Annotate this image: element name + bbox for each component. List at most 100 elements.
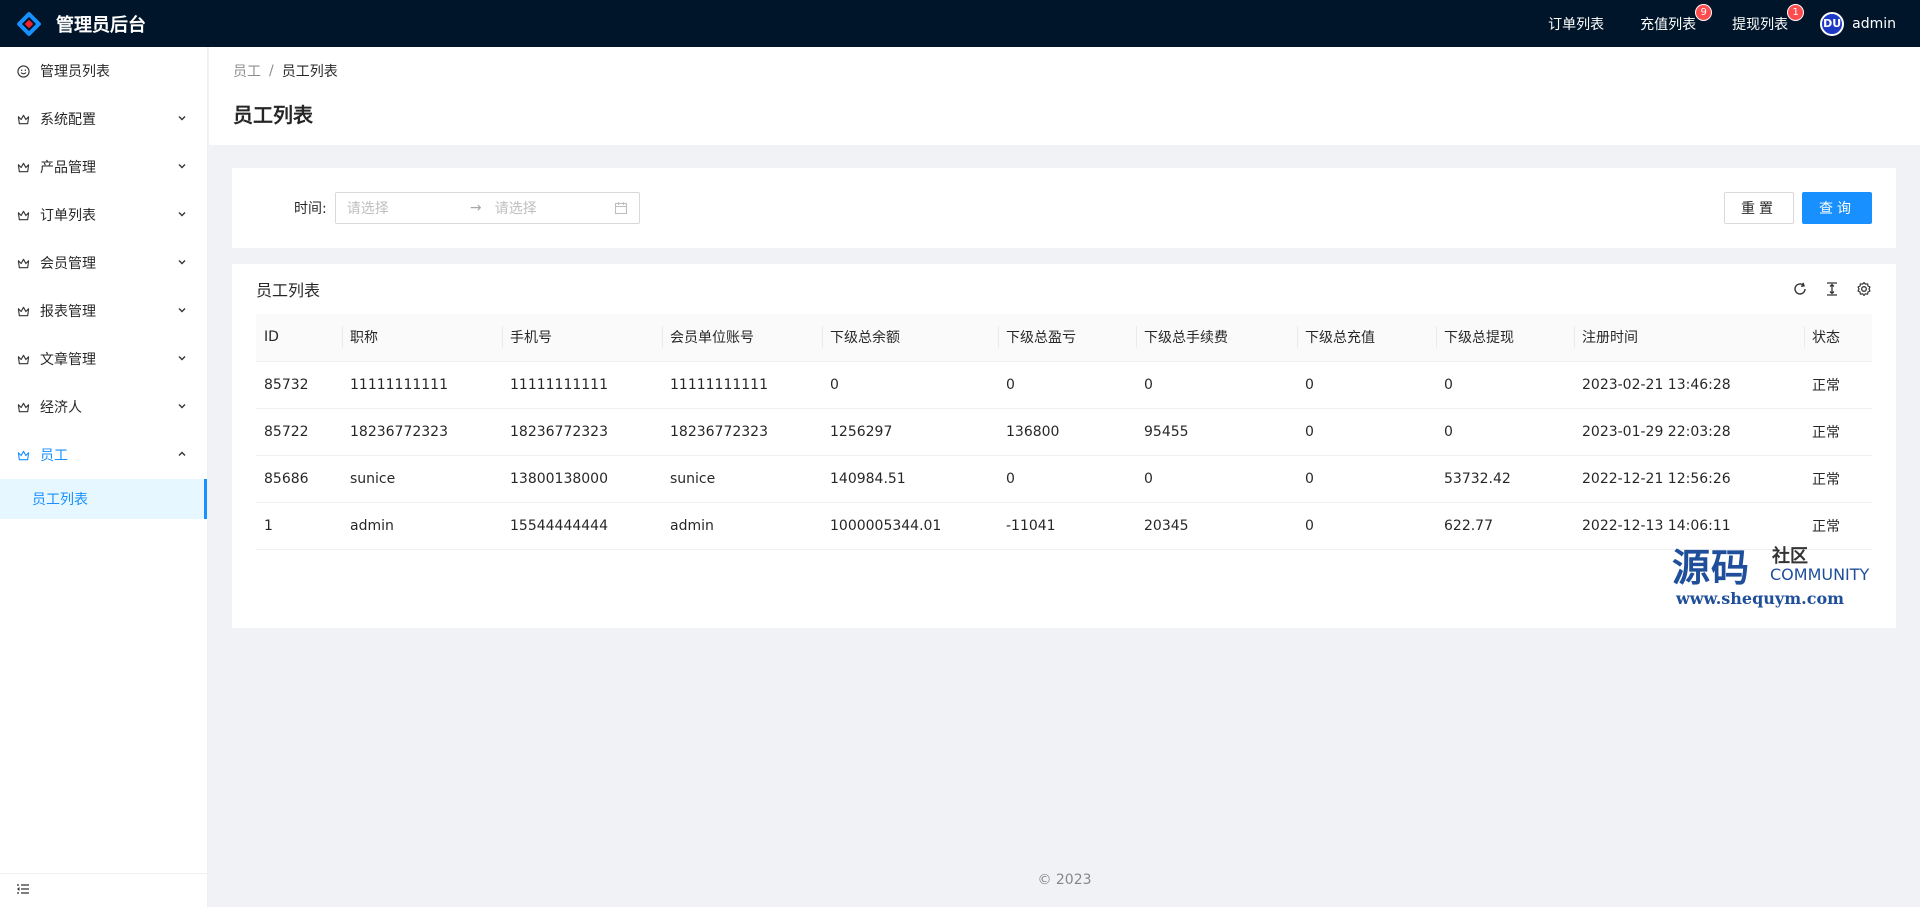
search-actions: 重置 查询 bbox=[1724, 192, 1872, 224]
table-cell: 11111111111 bbox=[662, 361, 822, 409]
table-cell: 0 bbox=[1297, 502, 1436, 550]
crown-icon bbox=[16, 256, 30, 270]
table-cell: 0 bbox=[1297, 455, 1436, 503]
table-cell: 53732.42 bbox=[1436, 455, 1574, 503]
table-cell: 0 bbox=[1436, 408, 1574, 456]
header-nav-recharge[interactable]: 充值列表 9 bbox=[1640, 4, 1712, 34]
column-header: 下级总充值 bbox=[1297, 314, 1436, 362]
sidebar-item-admin-list[interactable]: 管理员列表 bbox=[0, 47, 207, 95]
table-cell: 15544444444 bbox=[502, 502, 662, 550]
column-header: 手机号 bbox=[502, 314, 662, 362]
table-header-row: ID 职称 手机号 会员单位账号 下级总余额 下级总盈亏 下级总手续费 下级总充… bbox=[256, 314, 1872, 362]
header-nav-label: 充值列表 bbox=[1640, 16, 1697, 33]
table-row: 85686 sunice 13800138000 sunice 140984.5… bbox=[256, 455, 1872, 503]
table-cell: 95455 bbox=[1136, 408, 1297, 456]
crown-icon bbox=[16, 160, 30, 174]
sidebar-item-label: 经济人 bbox=[40, 400, 82, 416]
start-date-input[interactable]: 请选择 bbox=[347, 198, 457, 218]
crown-icon bbox=[16, 448, 30, 462]
column-header: 职称 bbox=[342, 314, 502, 362]
column-header: 下级总盈亏 bbox=[998, 314, 1136, 362]
avatar: DU bbox=[1820, 11, 1845, 36]
chevron-down-icon bbox=[177, 209, 187, 222]
sidebar-item-label: 会员管理 bbox=[40, 256, 96, 272]
table-cell: 0 bbox=[1436, 361, 1574, 409]
sidebar-item-products[interactable]: 产品管理 bbox=[0, 143, 207, 191]
sidebar-item-label: 员工 bbox=[40, 448, 68, 464]
withdraw-count-badge: 1 bbox=[1788, 4, 1804, 20]
sidebar: 管理员列表 系统配置 产品管理 订单列表 会员管理 报表管理 文章管理 经济人 … bbox=[0, 47, 208, 907]
chevron-down-icon bbox=[177, 113, 187, 126]
chevron-down-icon bbox=[177, 305, 187, 318]
sidebar-item-staff[interactable]: 员工 bbox=[0, 431, 207, 479]
crown-icon bbox=[16, 352, 30, 366]
watermark-url: www.shequym.com bbox=[1676, 589, 1845, 608]
table-cell: 2023-02-21 13:46:28 bbox=[1574, 361, 1804, 409]
sidebar-item-label: 订单列表 bbox=[40, 208, 96, 224]
table-cell: 正常 bbox=[1804, 361, 1872, 409]
header-nav-withdraw[interactable]: 提现列表 1 bbox=[1732, 4, 1804, 34]
table-cell: 85686 bbox=[256, 455, 342, 503]
table-cell: 622.77 bbox=[1436, 502, 1574, 550]
menu-fold-icon bbox=[16, 882, 30, 900]
table-cell: 85722 bbox=[256, 408, 342, 456]
sidebar-item-label: 文章管理 bbox=[40, 352, 96, 368]
end-date-input[interactable]: 请选择 bbox=[495, 198, 605, 218]
header-nav-orders[interactable]: 订单列表 bbox=[1548, 14, 1604, 34]
table-cell: 1256297 bbox=[822, 408, 998, 456]
column-header: 下级总余额 bbox=[822, 314, 998, 362]
sidebar-item-reports[interactable]: 报表管理 bbox=[0, 287, 207, 335]
breadcrumb-parent[interactable]: 员工 bbox=[233, 61, 261, 81]
sidebar-item-members[interactable]: 会员管理 bbox=[0, 239, 207, 287]
sidebar-subitem-staff-list[interactable]: 员工列表 bbox=[0, 479, 207, 519]
time-field-label: 时间: bbox=[294, 201, 327, 217]
user-menu[interactable]: DU admin bbox=[1820, 11, 1896, 36]
table-cell: 18236772323 bbox=[342, 408, 502, 456]
table-cell: 0 bbox=[822, 361, 998, 409]
header-nav-label: 订单列表 bbox=[1548, 16, 1605, 33]
reset-button[interactable]: 重置 bbox=[1724, 192, 1794, 224]
table-cell: 20345 bbox=[1136, 502, 1297, 550]
chevron-down-icon bbox=[177, 353, 187, 366]
logo-icon bbox=[16, 10, 42, 37]
column-header: 状态 bbox=[1804, 314, 1872, 362]
table-cell: 0 bbox=[998, 455, 1136, 503]
column-header: 会员单位账号 bbox=[662, 314, 822, 362]
column-height-icon[interactable] bbox=[1824, 281, 1840, 297]
table-row: 85732 11111111111 11111111111 1111111111… bbox=[256, 361, 1872, 409]
sidebar-item-system-config[interactable]: 系统配置 bbox=[0, 95, 207, 143]
sidebar-collapse-button[interactable] bbox=[0, 873, 208, 907]
calendar-icon bbox=[614, 201, 628, 215]
sidebar-item-articles[interactable]: 文章管理 bbox=[0, 335, 207, 383]
crown-icon bbox=[16, 208, 30, 222]
setting-icon[interactable] bbox=[1856, 281, 1872, 297]
table-cell: 1 bbox=[256, 502, 342, 550]
table-cell: 1000005344.01 bbox=[822, 502, 998, 550]
table-cell: sunice bbox=[342, 455, 502, 503]
table-cell: 0 bbox=[1136, 455, 1297, 503]
date-range-picker[interactable]: 请选择 → 请选择 bbox=[334, 192, 640, 224]
table-cell: 正常 bbox=[1804, 455, 1872, 503]
sidebar-item-orders[interactable]: 订单列表 bbox=[0, 191, 207, 239]
table-cell: 13800138000 bbox=[502, 455, 662, 503]
table-title: 员工列表 bbox=[256, 281, 321, 300]
table-cell: 85732 bbox=[256, 361, 342, 409]
page-title: 员工列表 bbox=[233, 103, 313, 127]
table-cell: 2023-01-29 22:03:28 bbox=[1574, 408, 1804, 456]
range-separator: → bbox=[469, 200, 482, 216]
logo[interactable]: 管理员后台 bbox=[0, 10, 208, 37]
sidebar-item-brokers[interactable]: 经济人 bbox=[0, 383, 207, 431]
sidebar-item-label: 管理员列表 bbox=[40, 64, 110, 80]
sidebar-item-label: 产品管理 bbox=[40, 160, 96, 176]
sidebar-item-label: 系统配置 bbox=[40, 112, 96, 128]
table-toolbar: 员工列表 bbox=[256, 264, 1872, 314]
query-button[interactable]: 查询 bbox=[1802, 192, 1872, 224]
table-cell: 140984.51 bbox=[822, 455, 998, 503]
column-header: 下级总手续费 bbox=[1136, 314, 1297, 362]
header-nav-label: 提现列表 bbox=[1732, 16, 1789, 33]
reload-icon[interactable] bbox=[1792, 281, 1808, 297]
table-cell: 11111111111 bbox=[342, 361, 502, 409]
page-header: 员工 / 员工列表 员工列表 bbox=[209, 47, 1920, 145]
app-title: 管理员后台 bbox=[56, 14, 146, 36]
chevron-up-icon bbox=[177, 449, 187, 462]
